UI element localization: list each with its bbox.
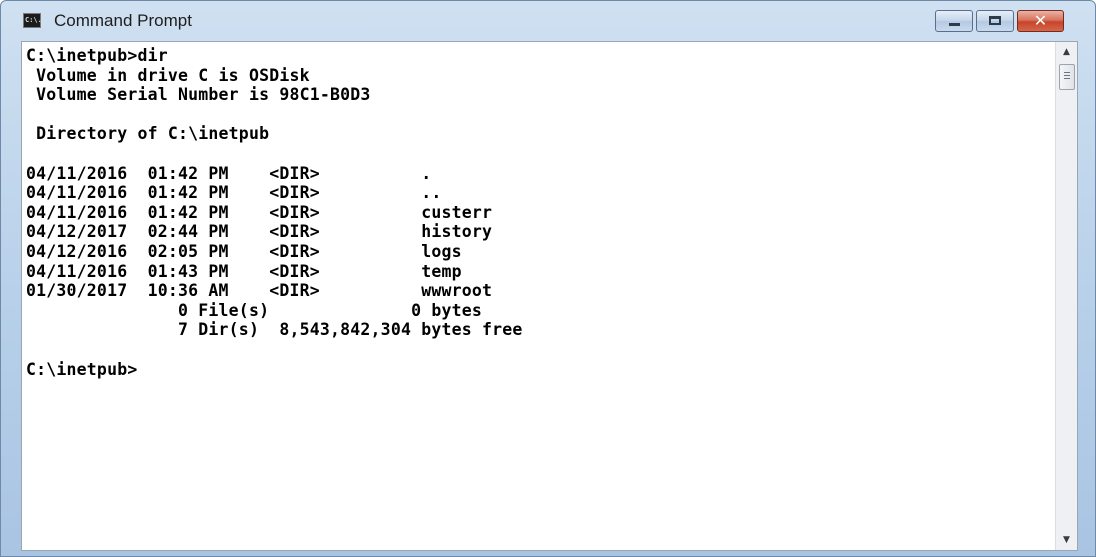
grip-line-icon bbox=[1064, 78, 1070, 79]
console-area[interactable]: C:\inetpub>dir Volume in drive C is OSDi… bbox=[21, 41, 1078, 551]
console-line: C:\inetpub> bbox=[26, 359, 138, 379]
console-line: C:\inetpub>dir bbox=[26, 46, 168, 65]
console-line: Volume Serial Number is 98C1-B0D3 bbox=[26, 85, 371, 105]
scroll-down-arrow-icon[interactable]: ▼ bbox=[1056, 530, 1077, 550]
console-line: 0 File(s) 0 bytes bbox=[26, 300, 483, 320]
title-bar[interactable]: C:\. Command Prompt ✕ bbox=[1, 1, 1095, 41]
vertical-scrollbar[interactable]: ▲ ▼ bbox=[1055, 42, 1077, 550]
close-icon: ✕ bbox=[1033, 11, 1048, 30]
console-line: 04/11/2016 01:42 PM <DIR> custerr bbox=[26, 202, 493, 222]
minimize-button[interactable] bbox=[935, 10, 973, 32]
console-line: Directory of C:\inetpub bbox=[26, 124, 270, 144]
console-line: 04/12/2017 02:44 PM <DIR> history bbox=[26, 222, 493, 242]
scroll-thumb[interactable] bbox=[1059, 64, 1075, 90]
console-output[interactable]: C:\inetpub>dir Volume in drive C is OSDi… bbox=[26, 46, 523, 379]
console-line: 04/12/2016 02:05 PM <DIR> logs bbox=[26, 241, 462, 261]
console-line: Volume in drive C is OSDisk bbox=[26, 65, 310, 85]
scroll-up-arrow-icon[interactable]: ▲ bbox=[1056, 42, 1077, 62]
maximize-button[interactable] bbox=[976, 10, 1014, 32]
console-line: 7 Dir(s) 8,543,842,304 bytes free bbox=[26, 320, 523, 340]
console-line: 04/11/2016 01:43 PM <DIR> temp bbox=[26, 261, 462, 281]
maximize-icon bbox=[989, 16, 1001, 25]
console-line: 04/11/2016 01:42 PM <DIR> .. bbox=[26, 183, 442, 203]
command-prompt-window: C:\. Command Prompt ✕ C:\inetpub>dir Vol… bbox=[0, 0, 1096, 557]
console-line: 04/11/2016 01:42 PM <DIR> . bbox=[26, 163, 432, 183]
cmd-icon[interactable]: C:\. bbox=[23, 13, 42, 28]
grip-line-icon bbox=[1064, 75, 1070, 76]
window-title: Command Prompt bbox=[54, 11, 192, 30]
close-button[interactable]: ✕ bbox=[1017, 10, 1064, 32]
grip-line-icon bbox=[1064, 72, 1070, 73]
minimize-icon bbox=[949, 23, 960, 26]
console-line: 01/30/2017 10:36 AM <DIR> wwwroot bbox=[26, 281, 493, 301]
